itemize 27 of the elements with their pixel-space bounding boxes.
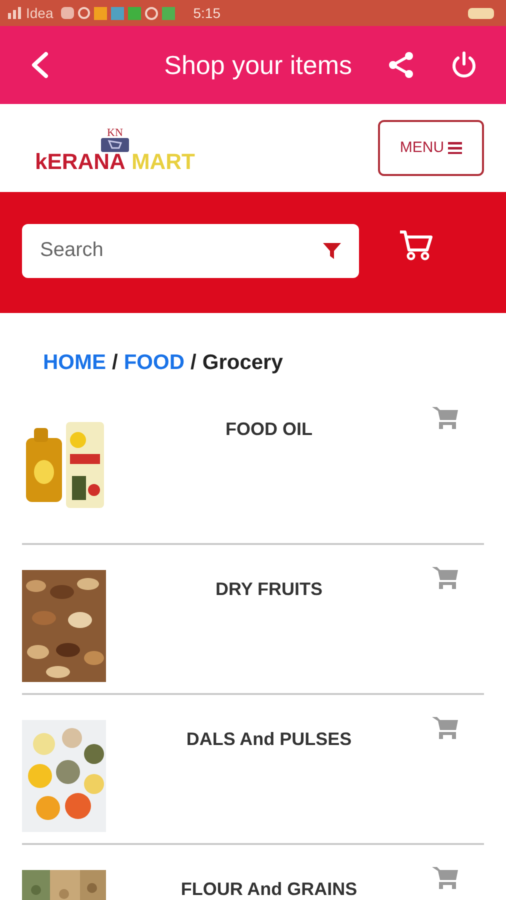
logo: KN kERANA MART — [34, 128, 196, 174]
carrier-name: Idea — [26, 4, 54, 22]
share-button[interactable] — [386, 50, 416, 80]
breadcrumb-separator: / — [112, 350, 118, 376]
breadcrumb-link[interactable]: FOOD — [124, 347, 185, 378]
add-to-cart-icon[interactable] — [432, 866, 458, 890]
filter-icon[interactable] — [323, 242, 341, 260]
battery-icon — [468, 8, 494, 18]
cart-icon[interactable] — [399, 228, 433, 260]
breadcrumb-separator: / — [190, 350, 196, 376]
add-to-cart-icon[interactable] — [432, 406, 458, 430]
category-name[interactable]: DALS And PULSES — [186, 726, 352, 752]
breadcrumb-current: Grocery — [202, 350, 283, 376]
category-name[interactable]: FLOUR And GRAINS — [180, 876, 358, 900]
gallery-icon — [61, 6, 74, 18]
clock: 5:15 — [193, 4, 220, 22]
power-button[interactable] — [450, 51, 478, 79]
add-to-cart-icon[interactable] — [432, 566, 458, 590]
search-field[interactable]: Search — [22, 224, 359, 278]
menu-icon — [448, 142, 462, 154]
signal-icon — [8, 7, 22, 19]
category-name[interactable]: FOOD OIL — [226, 416, 312, 442]
menu-button[interactable]: MENU — [378, 120, 484, 176]
page-title: Shop your items — [164, 48, 352, 82]
category-name[interactable]: DRY FRUITS — [215, 576, 322, 602]
add-to-cart-icon[interactable] — [432, 716, 458, 740]
breadcrumb-link[interactable]: HOME — [43, 347, 106, 378]
